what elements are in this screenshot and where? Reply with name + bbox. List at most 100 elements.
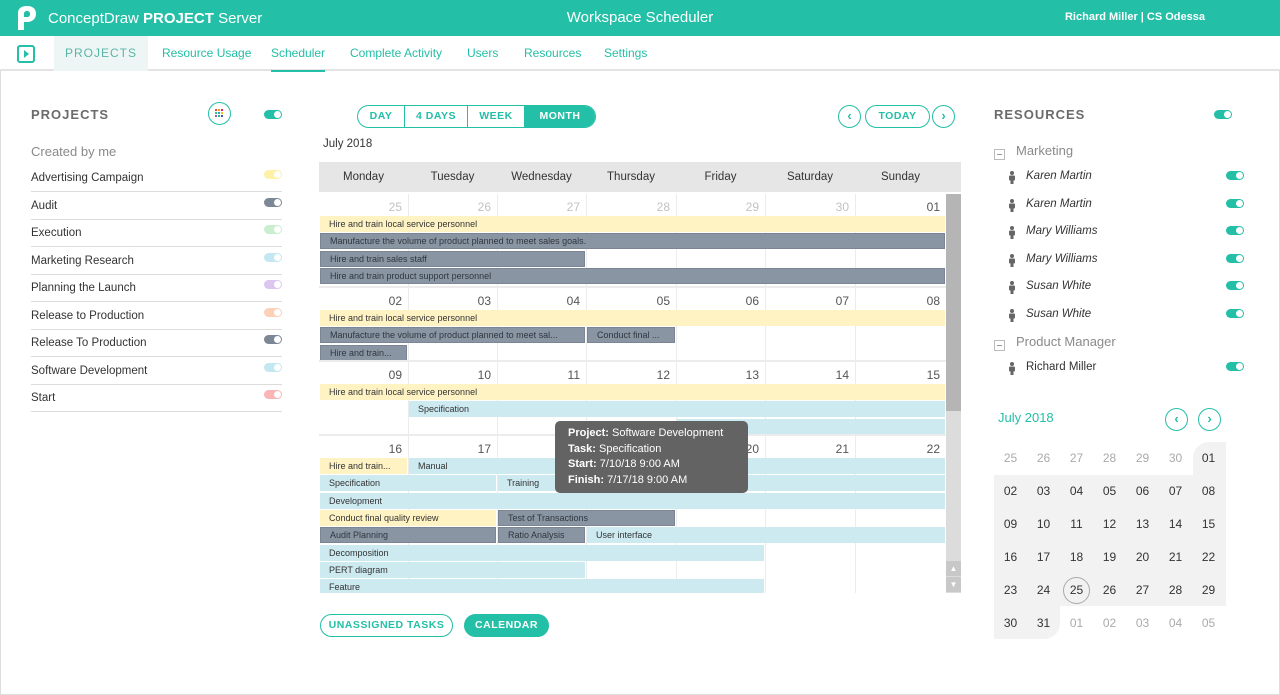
mini-day[interactable]: 06	[1126, 475, 1159, 508]
mini-day[interactable]: 21	[1159, 541, 1192, 574]
project-item[interactable]: Software Development	[31, 358, 282, 385]
nav-users[interactable]: Users	[467, 36, 498, 71]
mini-day[interactable]: 03	[1126, 607, 1159, 640]
project-item[interactable]: Start	[31, 385, 282, 412]
collapse-icon[interactable]	[994, 149, 1005, 160]
task-bar[interactable]: Manufacture the volume of product planne…	[320, 327, 585, 344]
task-bar[interactable]: Manufacture the volume of product planne…	[320, 233, 945, 250]
task-bar[interactable]: Audit Planning	[320, 527, 496, 544]
day-number[interactable]: 01	[860, 200, 940, 214]
mini-day[interactable]: 20	[1126, 541, 1159, 574]
project-visibility-toggle[interactable]	[264, 307, 282, 317]
resource-visibility-toggle[interactable]	[1226, 308, 1244, 318]
mini-day[interactable]: 07	[1159, 475, 1192, 508]
task-bar[interactable]: Hire and train local service personnel	[320, 216, 945, 232]
task-bar[interactable]: Hire and train product support personnel	[320, 267, 945, 284]
scrollbar-thumb[interactable]	[946, 194, 961, 411]
nav-resources[interactable]: Resources	[524, 36, 581, 71]
day-number[interactable]: 04	[500, 294, 580, 308]
mini-day[interactable]: 15	[1192, 508, 1225, 541]
view-4days-button[interactable]: 4 DAYS	[405, 106, 468, 127]
nav-settings[interactable]: Settings	[604, 36, 647, 71]
day-number[interactable]: 02	[322, 294, 402, 308]
task-bar[interactable]: Hire and train local service personnel	[320, 384, 945, 400]
day-number[interactable]: 09	[322, 368, 402, 382]
project-item[interactable]: Release to Production	[31, 303, 282, 330]
mini-day[interactable]: 29	[1126, 442, 1159, 475]
nav-scheduler[interactable]: Scheduler	[271, 36, 326, 72]
mini-day[interactable]: 04	[1060, 475, 1093, 508]
mini-day[interactable]: 08	[1192, 475, 1225, 508]
sidebar-toggle-icon[interactable]	[17, 45, 35, 63]
project-item[interactable]: Audit	[31, 193, 282, 220]
task-bar[interactable]: Hire and train...	[320, 458, 407, 474]
mini-day[interactable]: 11	[1060, 508, 1093, 541]
resource-item[interactable]: Susan White	[1008, 278, 1245, 298]
task-bar[interactable]: PERT diagram	[320, 561, 585, 578]
project-item[interactable]: Planning the Launch	[31, 275, 282, 302]
unassigned-tasks-button[interactable]: UNASSIGNED TASKS	[320, 614, 453, 637]
project-visibility-toggle[interactable]	[264, 197, 282, 207]
mini-day-today[interactable]: 25	[1063, 577, 1090, 604]
day-number[interactable]: 07	[769, 294, 849, 308]
task-bar[interactable]: Conduct final ...	[587, 327, 675, 344]
day-number[interactable]: 22	[860, 442, 940, 456]
task-bar[interactable]: Ratio Analysis	[498, 527, 585, 544]
nav-complete-activity[interactable]: Complete Activity	[350, 36, 442, 71]
task-bar[interactable]: Conduct final quality review	[320, 509, 496, 526]
mini-day[interactable]: 02	[994, 475, 1027, 508]
mini-day[interactable]: 25	[994, 442, 1027, 475]
task-bar[interactable]: Specification	[409, 401, 945, 418]
task-bar[interactable]: Decomposition	[320, 544, 764, 561]
mini-day[interactable]: 19	[1093, 541, 1126, 574]
mini-day[interactable]: 05	[1093, 475, 1126, 508]
day-number[interactable]: 29	[679, 200, 759, 214]
project-visibility-toggle[interactable]	[264, 225, 282, 234]
mini-day[interactable]: 02	[1093, 607, 1126, 640]
day-number[interactable]: 13	[679, 368, 759, 382]
task-bar[interactable]: Hire and train sales staff	[320, 250, 585, 267]
resource-visibility-toggle[interactable]	[1226, 281, 1244, 290]
mini-day[interactable]: 30	[1159, 442, 1192, 475]
task-bar[interactable]: Test of Transactions	[498, 509, 675, 526]
mini-day[interactable]: 05	[1192, 607, 1225, 640]
resource-item[interactable]: Mary Williams	[1008, 251, 1245, 271]
resource-visibility-toggle[interactable]	[1226, 171, 1244, 180]
project-visibility-toggle[interactable]	[264, 362, 282, 372]
day-number[interactable]: 10	[411, 368, 491, 382]
mini-day[interactable]: 23	[994, 574, 1027, 607]
task-bar[interactable]: Hire and train...	[320, 344, 407, 361]
mini-day[interactable]: 28	[1159, 574, 1192, 607]
mini-day[interactable]: 24	[1027, 574, 1060, 607]
projects-master-toggle[interactable]	[264, 110, 282, 119]
resources-master-toggle[interactable]	[1214, 110, 1232, 119]
project-item[interactable]: Execution	[31, 220, 282, 247]
day-number[interactable]: 05	[590, 294, 670, 308]
mini-day[interactable]: 28	[1093, 442, 1126, 475]
project-item[interactable]: Release To Production	[31, 330, 282, 357]
resource-item[interactable]: Mary Williams	[1008, 223, 1245, 243]
scroll-down-icon[interactable]: ▼	[946, 577, 961, 592]
task-bar[interactable]: Development	[320, 492, 945, 509]
day-number[interactable]: 11	[500, 368, 580, 382]
project-item[interactable]: Marketing Research	[31, 248, 282, 275]
day-number[interactable]: 30	[769, 200, 849, 214]
calendar-button[interactable]: CALENDAR	[464, 614, 549, 637]
nav-projects[interactable]: PROJECTS	[54, 36, 148, 71]
resource-item[interactable]: Richard Miller	[1008, 359, 1245, 379]
resource-item[interactable]: Karen Martin	[1008, 168, 1245, 188]
project-item[interactable]: Advertising Campaign	[31, 165, 282, 192]
mini-day[interactable]: 17	[1027, 541, 1060, 574]
mini-next-month-button[interactable]: ›	[1198, 408, 1221, 431]
project-visibility-toggle[interactable]	[264, 390, 282, 399]
day-number[interactable]: 06	[679, 294, 759, 308]
day-number[interactable]: 08	[860, 294, 940, 308]
day-number[interactable]: 26	[411, 200, 491, 214]
day-number[interactable]: 03	[411, 294, 491, 308]
day-number[interactable]: 21	[769, 442, 849, 456]
mini-day[interactable]: 01	[1060, 607, 1093, 640]
project-visibility-toggle[interactable]	[264, 170, 282, 179]
mini-day[interactable]: 31	[1027, 607, 1060, 640]
day-number[interactable]: 15	[860, 368, 940, 382]
mini-day[interactable]: 26	[1027, 442, 1060, 475]
